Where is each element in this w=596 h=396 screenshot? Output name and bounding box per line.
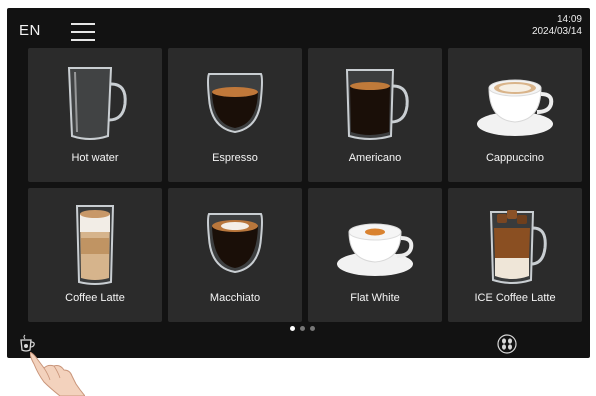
- drink-tile-hot-water[interactable]: Hot water: [28, 48, 162, 182]
- hamburger-menu-icon[interactable]: [71, 23, 95, 41]
- page-dot[interactable]: [310, 326, 315, 331]
- page-indicator: [290, 326, 320, 334]
- cappuccino-cup-icon: [477, 79, 554, 136]
- cup-settings-icon[interactable]: [16, 334, 38, 354]
- drink-tile-ice-coffee-latte[interactable]: ICE Coffee Latte: [448, 188, 582, 322]
- page-dot-active[interactable]: [290, 326, 295, 331]
- top-bar: EN 14:09 2024/03/14: [7, 8, 590, 48]
- drink-label: ICE Coffee Latte: [474, 292, 556, 304]
- clock-date: 2024/03/14: [531, 26, 582, 37]
- drink-tile-cappuccino[interactable]: Cappuccino: [448, 48, 582, 182]
- espresso-cup-icon: [207, 73, 263, 134]
- hot-water-cup-icon: [67, 67, 127, 140]
- drink-label: Americano: [348, 152, 402, 164]
- clock-time: 14:09: [556, 14, 582, 25]
- drink-tile-americano[interactable]: Americano: [308, 48, 442, 182]
- latte-glass-icon: [75, 205, 115, 285]
- coffee-beans-icon[interactable]: [497, 334, 517, 354]
- flat-white-cup-icon: [337, 223, 414, 276]
- drink-label: Flat White: [350, 292, 400, 304]
- macchiato-cup-icon: [207, 213, 263, 274]
- drink-label: Coffee Latte: [65, 292, 125, 304]
- drink-label: Macchiato: [209, 292, 261, 304]
- drink-tile-flat-white[interactable]: Flat White: [308, 188, 442, 322]
- drink-grid: Hot water Espresso Americano Cappuccino …: [28, 48, 583, 324]
- drink-label: Espresso: [212, 152, 258, 164]
- drink-tile-coffee-latte[interactable]: Coffee Latte: [28, 188, 162, 322]
- drink-tile-macchiato[interactable]: Macchiato: [168, 188, 302, 322]
- americano-cup-icon: [345, 69, 409, 140]
- page-dot[interactable]: [300, 326, 305, 331]
- clock: 14:09 2024/03/14: [532, 14, 582, 38]
- pointing-hand-icon: [30, 352, 85, 396]
- drink-label: Hot water: [71, 152, 119, 164]
- drink-label: Cappuccino: [485, 152, 545, 164]
- language-button[interactable]: EN: [19, 22, 41, 39]
- ice-latte-glass-icon: [489, 210, 547, 284]
- coffee-machine-screen: EN 14:09 2024/03/14 Hot water Espresso A…: [7, 8, 590, 358]
- drink-tile-espresso[interactable]: Espresso: [168, 48, 302, 182]
